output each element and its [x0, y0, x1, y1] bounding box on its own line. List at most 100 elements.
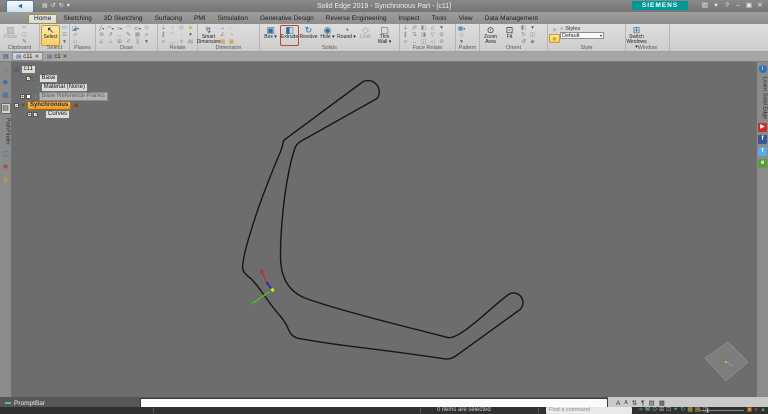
- round-button[interactable]: ◔ Round ▾: [337, 25, 356, 46]
- save-icon[interactable]: ▤: [42, 1, 48, 11]
- close-icon[interactable]: ✕: [756, 1, 764, 11]
- distance-between-icon[interactable]: ↔: [218, 25, 227, 32]
- box-button[interactable]: ▣ Box ▾: [261, 25, 280, 46]
- tree-item-label[interactable]: Curves: [45, 110, 71, 119]
- diameter-dimension-icon[interactable]: ◔: [227, 32, 236, 39]
- horizontal-relation-icon[interactable]: ◦: [177, 32, 186, 39]
- tree-item-label[interactable]: Synchronous: [26, 101, 72, 110]
- command-arrow-icon[interactable]: ➔: [638, 407, 643, 414]
- tree-item-label[interactable]: c11: [20, 65, 36, 74]
- tab-sketching[interactable]: Sketching: [57, 14, 98, 24]
- face-ground-icon[interactable]: ⊙: [437, 32, 446, 39]
- minimize-icon[interactable]: –: [734, 1, 742, 11]
- face-up-icon[interactable]: △: [428, 25, 437, 32]
- face-down-icon[interactable]: ▽: [428, 32, 437, 39]
- help-icon[interactable]: ?: [723, 1, 731, 11]
- view-style-icon[interactable]: ▦: [687, 407, 693, 414]
- message-icon[interactable]: ✉: [645, 407, 650, 414]
- youtube-icon[interactable]: ▶: [758, 123, 767, 133]
- quick-access-dropdown-icon[interactable]: ▾: [67, 1, 70, 11]
- tab-data-management[interactable]: Data Management: [479, 14, 544, 24]
- point-tool-icon[interactable]: ⊙: [97, 32, 106, 39]
- view-more-icon[interactable]: ▾: [528, 25, 537, 32]
- relate-more-icon[interactable]: ▾: [186, 32, 195, 39]
- docbar-icon[interactable]: ▤: [0, 53, 12, 60]
- tree-item-label[interactable]: Base: [38, 74, 59, 83]
- face-more-icon[interactable]: ▾: [437, 25, 446, 32]
- rectangle-tool-icon[interactable]: ▭▾: [133, 25, 142, 32]
- view-settings-icon[interactable]: ▣: [747, 407, 753, 414]
- mirror-pattern-icon[interactable]: ◇: [457, 32, 466, 39]
- concentric-relation-icon[interactable]: ◠: [168, 32, 177, 39]
- paste-button[interactable]: ▥ Paste: [1, 25, 20, 46]
- offset-tool-icon[interactable]: ≡: [142, 32, 151, 39]
- select-fence-icon[interactable]: ⊡: [60, 32, 69, 39]
- shaded-style-icon[interactable]: ●: [549, 25, 560, 34]
- tree-item-label[interactable]: Material (None): [40, 83, 88, 92]
- select-button[interactable]: ↖ Select: [41, 25, 60, 46]
- info-icon[interactable]: i: [758, 65, 767, 73]
- zoom-slider-handle[interactable]: [706, 408, 709, 413]
- angle-between-icon[interactable]: ∠: [218, 32, 227, 39]
- face-align-icon[interactable]: ⇅: [410, 32, 419, 39]
- cut-icon[interactable]: ✂: [20, 25, 29, 32]
- tree-expander-icon[interactable]: +: [20, 94, 25, 100]
- minimize-ribbon-icon[interactable]: ▾: [712, 1, 720, 11]
- command-finder-icon[interactable]: ◆: [1, 77, 11, 88]
- fit-icon[interactable]: ⊡: [666, 407, 671, 414]
- record-icon[interactable]: ●: [754, 407, 758, 414]
- switch-windows-button[interactable]: ⊞ Switch Windows ▾: [626, 25, 646, 50]
- feature-library-icon[interactable]: ◫: [1, 149, 11, 160]
- style-select[interactable]: Default ▾: [560, 32, 604, 39]
- draft-button[interactable]: ◇ Draft: [356, 25, 375, 46]
- pan-icon[interactable]: ✦: [673, 407, 678, 414]
- left-dock-label[interactable]: PathFinder: [1, 118, 11, 145]
- font-increase-icon[interactable]: A: [616, 400, 620, 407]
- pencil-tool-icon[interactable]: ✎: [124, 32, 133, 39]
- perpendicular-relation-icon[interactable]: ⊥: [159, 25, 168, 32]
- community-icon[interactable]: e: [758, 159, 767, 169]
- grid-icon[interactable]: ▦: [659, 399, 665, 407]
- face-swap-icon[interactable]: ⇄: [410, 25, 419, 32]
- pathfinder-item-curves[interactable]: + ✓ ∿ Curves: [13, 110, 108, 119]
- tangent-relation-icon[interactable]: ○: [168, 25, 177, 32]
- tab-home[interactable]: Home: [28, 14, 58, 24]
- thin-wall-button[interactable]: ▢ Thin Wall ▾: [375, 25, 394, 46]
- rotate-view-icon[interactable]: ↻: [519, 32, 528, 39]
- tree-checkbox[interactable]: [26, 94, 31, 99]
- curve-tool-icon[interactable]: ◡: [115, 32, 124, 39]
- close-tab-icon[interactable]: ✕: [63, 54, 68, 60]
- rotate-icon[interactable]: ↻: [680, 407, 685, 414]
- coordinate-dimension-icon[interactable]: ∟: [227, 25, 236, 32]
- copy-icon[interactable]: ◫: [20, 32, 29, 39]
- rectangular-pattern-icon[interactable]: ▦▾: [457, 25, 466, 32]
- polygon-tool-icon[interactable]: ◇: [142, 25, 151, 32]
- revolve-button[interactable]: ↻ Revolve: [299, 25, 318, 46]
- pathfinder-icon[interactable]: ▤: [0, 103, 11, 114]
- tab-generative-design[interactable]: Generative Design: [254, 14, 320, 24]
- plane-normal-icon[interactable]: ▱: [71, 32, 80, 39]
- shaded-edges-style-icon[interactable]: ●: [549, 34, 560, 43]
- twitter-icon[interactable]: t: [758, 147, 767, 157]
- arc-tool-icon[interactable]: ◠▾: [106, 25, 115, 32]
- tab-reverse-engineering[interactable]: Reverse Engineering: [320, 14, 393, 24]
- tab-tools[interactable]: Tools: [425, 14, 452, 24]
- select-options-icon[interactable]: ▭: [60, 25, 69, 32]
- scroll-icon[interactable]: ⇅: [632, 399, 637, 407]
- tab-simulation[interactable]: Simulation: [212, 14, 254, 24]
- dock-icon[interactable]: ▤: [649, 399, 655, 407]
- face-right-icon[interactable]: ◨: [419, 32, 428, 39]
- face-left-icon[interactable]: ◧: [419, 25, 428, 32]
- document-tab-c1[interactable]: ▤ c1 ✕: [43, 52, 71, 61]
- customization-icon[interactable]: ⊕: [1, 175, 11, 186]
- smart-dimension-button[interactable]: ↯ Smart Dimension: [197, 25, 221, 46]
- parallel-relation-icon[interactable]: ∥: [159, 32, 168, 39]
- viewport[interactable]: [12, 62, 756, 397]
- tree-expander-icon[interactable]: −: [14, 103, 19, 109]
- fit-button[interactable]: ⊡ Fit: [500, 25, 519, 46]
- pathfinder-item-base-reference-planes[interactable]: + ◪ Base Reference Planes: [13, 92, 108, 101]
- pattern-fill-icon[interactable]: ▦: [133, 32, 142, 39]
- customize-ribbon-icon[interactable]: ▤: [701, 1, 709, 11]
- face-perpendicular-icon[interactable]: ⊥: [401, 25, 410, 32]
- prompt-assistant-icon[interactable]: ⌂: [1, 64, 11, 75]
